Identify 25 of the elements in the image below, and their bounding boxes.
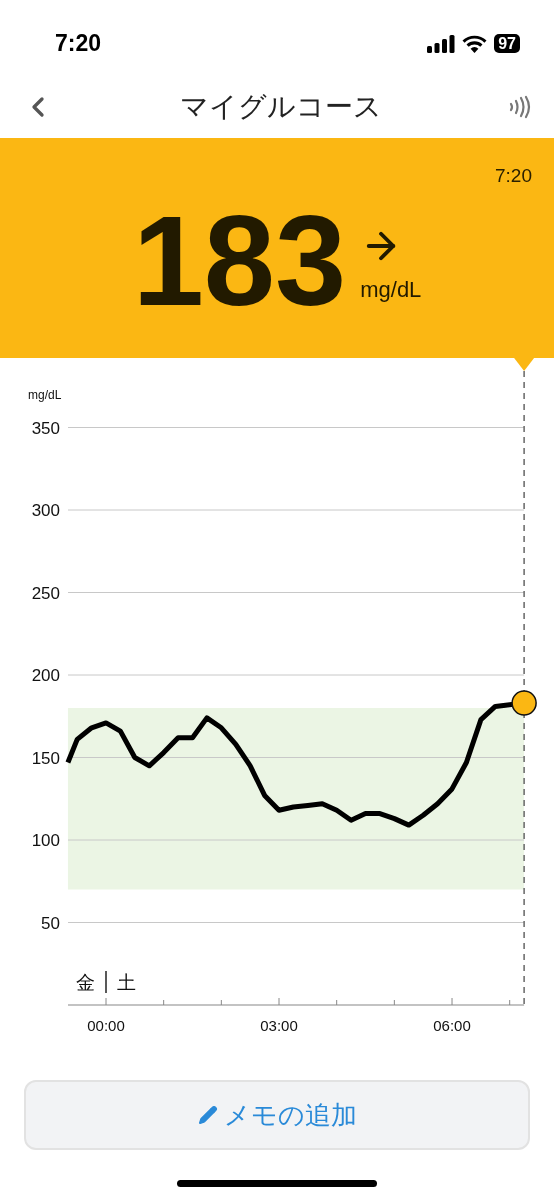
- glucose-value: 183: [132, 196, 347, 325]
- y-tick-label: 150: [31, 748, 60, 768]
- reading-time: 7:20: [495, 164, 532, 188]
- y-tick-label: 100: [31, 831, 60, 850]
- x-tick-label: 06:00: [433, 1017, 471, 1034]
- add-memo-button[interactable]: メモの追加: [24, 1080, 530, 1150]
- day-label: 土: [117, 972, 136, 993]
- screen-title: マイグルコース: [180, 89, 382, 124]
- y-tick-label: 50: [41, 913, 60, 933]
- y-tick-label: 350: [31, 418, 60, 438]
- glucose-unit: mg/dL: [360, 276, 422, 304]
- x-tick-label: 03:00: [260, 1017, 298, 1034]
- wifi-icon: [462, 34, 488, 53]
- x-tick-label: 00:00: [87, 1017, 125, 1034]
- status-time: 7:20: [55, 29, 102, 59]
- day-label: 金: [76, 972, 95, 993]
- nfc-scan-icon[interactable]: [508, 94, 532, 119]
- y-tick-label: 250: [31, 583, 60, 603]
- y-tick-label: 200: [31, 666, 60, 685]
- pencil-icon: [197, 1105, 218, 1125]
- battery-indicator: 97: [494, 34, 520, 53]
- signal-icon: [427, 34, 456, 53]
- axis-unit: mg/dL: [28, 388, 62, 402]
- current-reading-dot: [511, 690, 537, 716]
- y-tick-label: 300: [31, 501, 60, 520]
